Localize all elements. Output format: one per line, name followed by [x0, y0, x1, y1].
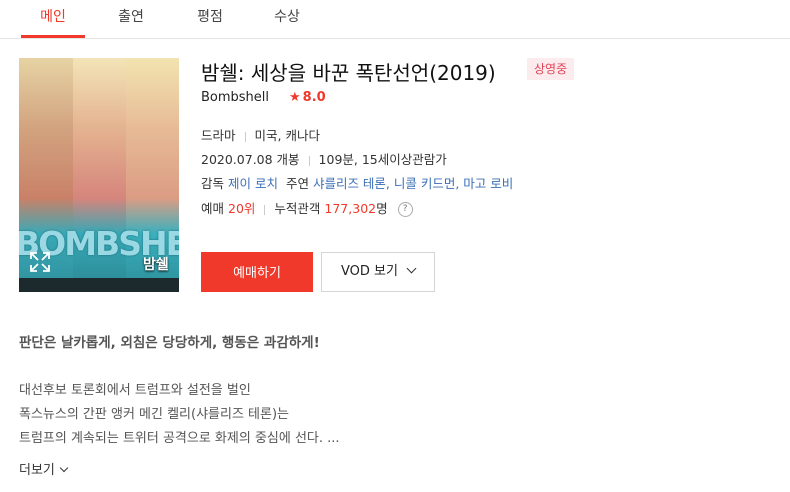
vod-button-label: VOD 보기 [341, 264, 398, 279]
chevron-down-icon [59, 463, 69, 473]
tab-bar: 메인 출연 평점 수상 [0, 0, 790, 39]
vod-button[interactable]: VOD 보기 [321, 252, 435, 292]
rating-value: 8.0 [302, 90, 326, 105]
tab-ratings[interactable]: 평점 [186, 0, 234, 36]
genre-country-row: 드라마 미국, 캐나다 [201, 125, 320, 144]
poster-korean-title: 밤쉘 [143, 257, 169, 273]
release-row: 2020.07.08 개봉 109분, 15세이상관람가 [201, 149, 447, 168]
more-button[interactable]: 더보기 [19, 459, 69, 478]
divider [244, 131, 246, 142]
star-icon: ★ [289, 90, 301, 105]
director-label: 감독 [201, 176, 225, 191]
release-date: 2020.07.08 개봉 [201, 152, 300, 167]
credits-row: 감독 제이 로치 주연 샤를리즈 테론, 니콜 키드먼, 마고 로비 [201, 173, 513, 192]
director-link[interactable]: 제이 로치 [228, 176, 278, 191]
poster-footer [19, 278, 179, 292]
cast-label: 주연 [285, 176, 309, 191]
synopsis-line: 트럼프의 계속되는 트위터 공격으로 화제의 중심에 선다. ... [19, 431, 340, 446]
status-badge: 상영중 [527, 58, 575, 80]
audience-count: 177,302 [324, 201, 377, 216]
chevron-down-icon [406, 263, 417, 274]
synopsis-line: 대선후보 토론회에서 트럼프와 설전을 벌인 [19, 383, 251, 398]
movie-poster[interactable]: BOMBSHELL 밤쉘 [19, 58, 179, 292]
cast-links[interactable]: 샤를리즈 테론, 니콜 키드먼, 마고 로비 [313, 176, 513, 191]
book-button[interactable]: 예매하기 [201, 252, 313, 292]
more-label: 더보기 [19, 463, 55, 478]
movie-title: 밤쉘: 세상을 바꾼 폭탄선언(2019) [201, 61, 496, 85]
divider [264, 204, 266, 215]
help-icon[interactable]: ? [397, 202, 413, 217]
synopsis-line: 폭스뉴스의 간판 앵커 메긴 켈리(샤를리즈 테론)는 [19, 407, 290, 422]
audience-unit: 명 [376, 201, 388, 216]
original-title: Bombshell [201, 90, 270, 105]
audience-label: 누적관객 [274, 201, 321, 216]
genre: 드라마 [201, 128, 236, 143]
tab-main[interactable]: 메인 [21, 0, 85, 38]
rating: ★ 8.0 [289, 90, 326, 105]
tab-awards[interactable]: 수상 [263, 0, 311, 36]
booking-rank: 20위 [228, 201, 256, 216]
booking-label: 예매 [201, 201, 225, 216]
country: 미국, 캐나다 [254, 128, 320, 143]
synopsis-tagline: 판단은 날카롭게, 외침은 당당하게, 행동은 과감하게! [19, 335, 320, 351]
expand-icon[interactable] [27, 249, 53, 275]
divider [308, 155, 310, 166]
runtime-age-rating: 109분, 15세이상관람가 [318, 152, 447, 167]
tab-cast[interactable]: 출연 [107, 0, 155, 36]
box-office-row: 예매 20위 누적관객 177,302명 ? [201, 198, 413, 217]
